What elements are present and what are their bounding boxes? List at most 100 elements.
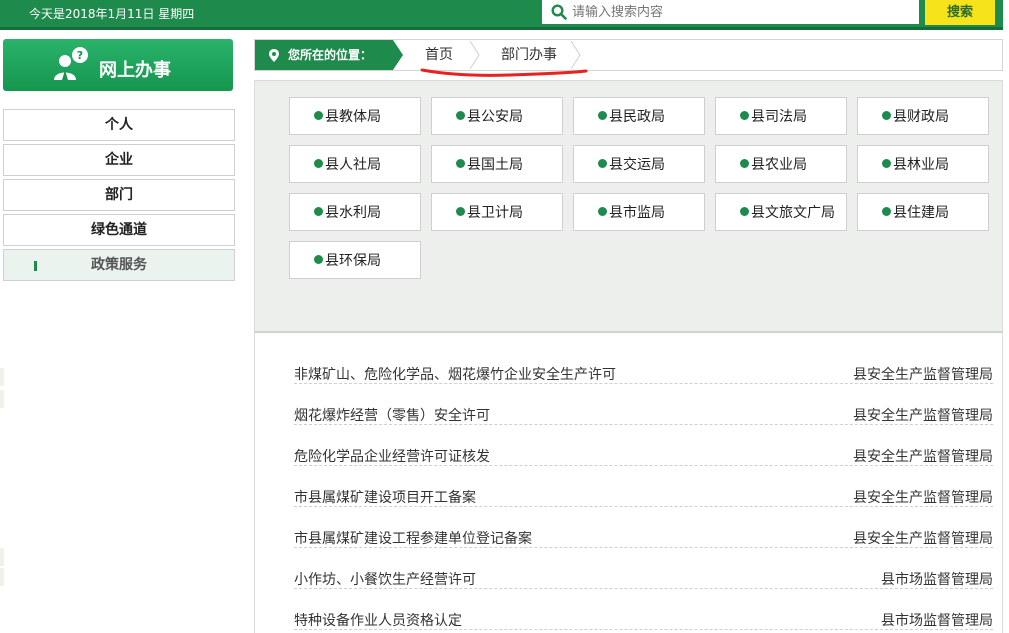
side-item-label: 绿色通道 — [91, 222, 147, 238]
department-label: 县住建局 — [893, 205, 949, 221]
service-org: 县安全生产监督管理局 — [853, 449, 993, 465]
search-button[interactable]: 搜索 — [925, 0, 995, 25]
department-button[interactable]: 县农业局 — [715, 145, 847, 183]
bullet-icon — [314, 111, 323, 120]
breadcrumb-label-box: 您所在的位置： — [255, 40, 403, 70]
bullet-icon — [314, 255, 323, 264]
side-item-label: 个人 — [105, 117, 133, 133]
list-item[interactable]: 市县属煤矿建设项目开工备案 县安全生产监督管理局 — [294, 466, 993, 507]
decor-strip — [0, 390, 4, 408]
service-title: 非煤矿山、危险化学品、烟花爆竹企业安全生产许可 — [294, 367, 616, 383]
service-title: 烟花爆炸经营（零售）安全许可 — [294, 408, 490, 424]
department-button[interactable]: 县教体局 — [289, 97, 421, 135]
decor-strip — [0, 548, 4, 566]
list-item[interactable]: 特种设备作业人员资格认定 县市场监督管理局 — [294, 589, 993, 630]
service-title: 市县属煤矿建设项目开工备案 — [294, 490, 476, 506]
department-button[interactable]: 县司法局 — [715, 97, 847, 135]
department-label: 县人社局 — [325, 157, 381, 173]
bullet-icon — [314, 207, 323, 216]
department-button[interactable]: 县卫计局 — [431, 193, 563, 231]
bullet-icon — [740, 159, 749, 168]
department-label: 县水利局 — [325, 205, 381, 221]
date-text: 今天是2018年1月11日 星期四 — [29, 7, 195, 21]
department-label: 县环保局 — [325, 253, 381, 269]
online-services-banner: ? 网上办事 — [3, 39, 233, 91]
department-label: 县卫计局 — [467, 205, 523, 221]
list-item[interactable]: 烟花爆炸经营（零售）安全许可 县安全生产监督管理局 — [294, 384, 993, 425]
search-input[interactable] — [572, 1, 912, 23]
svg-text:?: ? — [77, 49, 83, 62]
service-title: 市县属煤矿建设工程参建单位登记备案 — [294, 531, 532, 547]
bullet-icon — [882, 111, 891, 120]
bullet-icon — [598, 159, 607, 168]
bullet-icon — [882, 207, 891, 216]
breadcrumb: 您所在的位置： 首页 部门办事 — [254, 39, 1003, 71]
department-label: 县市监局 — [609, 205, 665, 221]
department-button[interactable]: 县林业局 — [857, 145, 989, 183]
breadcrumb-arrow — [393, 40, 403, 70]
service-org: 县安全生产监督管理局 — [853, 408, 993, 424]
bullet-icon — [882, 159, 891, 168]
service-title: 特种设备作业人员资格认定 — [294, 613, 462, 629]
department-button[interactable]: 县人社局 — [289, 145, 421, 183]
service-org: 县市场监督管理局 — [881, 613, 993, 629]
department-label: 县司法局 — [751, 109, 807, 125]
side-item-label: 政策服务 — [91, 257, 147, 273]
service-org: 县安全生产监督管理局 — [853, 367, 993, 383]
side-item-policy-services[interactable]: 政策服务 — [3, 249, 235, 281]
service-org: 县安全生产监督管理局 — [853, 531, 993, 547]
red-annotation-underline — [420, 68, 588, 77]
department-button[interactable]: 县财政局 — [857, 97, 989, 135]
department-button[interactable]: 县民政局 — [573, 97, 705, 135]
department-label: 县国土局 — [467, 157, 523, 173]
service-list: 非煤矿山、危险化学品、烟花爆竹企业安全生产许可 县安全生产监督管理局 烟花爆炸经营… — [254, 333, 1003, 633]
department-button[interactable]: 县公安局 — [431, 97, 563, 135]
list-item[interactable]: 危险化学品企业经营许可证核发 县安全生产监督管理局 — [294, 425, 993, 466]
online-services-label: 网上办事 — [99, 60, 171, 81]
side-menu: 个人 企业 部门 绿色通道 政策服务 — [3, 109, 235, 284]
department-label: 县教体局 — [325, 109, 381, 125]
department-label: 县农业局 — [751, 157, 807, 173]
department-label: 县林业局 — [893, 157, 949, 173]
location-pin-icon — [269, 49, 279, 62]
department-button[interactable]: 县市监局 — [573, 193, 705, 231]
service-org: 县安全生产监督管理局 — [853, 490, 993, 506]
department-label: 县公安局 — [467, 109, 523, 125]
breadcrumb-label: 您所在的位置： — [288, 48, 373, 62]
department-button[interactable]: 县国土局 — [431, 145, 563, 183]
active-marker — [34, 261, 37, 271]
bullet-icon — [740, 111, 749, 120]
department-button[interactable]: 县交运局 — [573, 145, 705, 183]
side-item-label: 部门 — [105, 187, 133, 203]
bullet-icon — [456, 207, 465, 216]
decor-strip — [0, 568, 4, 586]
department-label: 县财政局 — [893, 109, 949, 125]
list-item[interactable]: 市县属煤矿建设工程参建单位登记备案 县安全生产监督管理局 — [294, 507, 993, 548]
bullet-icon — [740, 207, 749, 216]
bullet-icon — [456, 159, 465, 168]
search-box[interactable] — [542, 0, 919, 24]
list-item[interactable]: 小作坊、小餐饮生产经营许可 县市场监督管理局 — [294, 548, 993, 589]
department-button[interactable]: 县水利局 — [289, 193, 421, 231]
side-item-label: 企业 — [105, 152, 133, 168]
department-label: 县民政局 — [609, 109, 665, 125]
side-item-personal[interactable]: 个人 — [3, 109, 235, 141]
decor-strip — [0, 368, 4, 386]
user-help-icon: ? — [54, 47, 88, 80]
bullet-icon — [456, 111, 465, 120]
department-button[interactable]: 县住建局 — [857, 193, 989, 231]
side-item-department[interactable]: 部门 — [3, 179, 235, 211]
service-title: 危险化学品企业经营许可证核发 — [294, 449, 490, 465]
list-item[interactable]: 非煤矿山、危险化学品、烟花爆竹企业安全生产许可 县安全生产监督管理局 — [294, 343, 993, 384]
bullet-icon — [598, 111, 607, 120]
side-item-green-channel[interactable]: 绿色通道 — [3, 214, 235, 246]
side-item-enterprise[interactable]: 企业 — [3, 144, 235, 176]
department-button[interactable]: 县文旅文广局 — [715, 193, 847, 231]
department-label: 县交运局 — [609, 157, 665, 173]
bullet-icon — [314, 159, 323, 168]
department-label: 县文旅文广局 — [751, 205, 835, 221]
department-button[interactable]: 县环保局 — [289, 241, 421, 279]
bullet-icon — [598, 207, 607, 216]
department-grid: 县教体局 县公安局 县民政局 县司法局 县财政局 县人社局 县国土局 县交运局 … — [254, 80, 1003, 333]
search-icon — [551, 4, 567, 20]
